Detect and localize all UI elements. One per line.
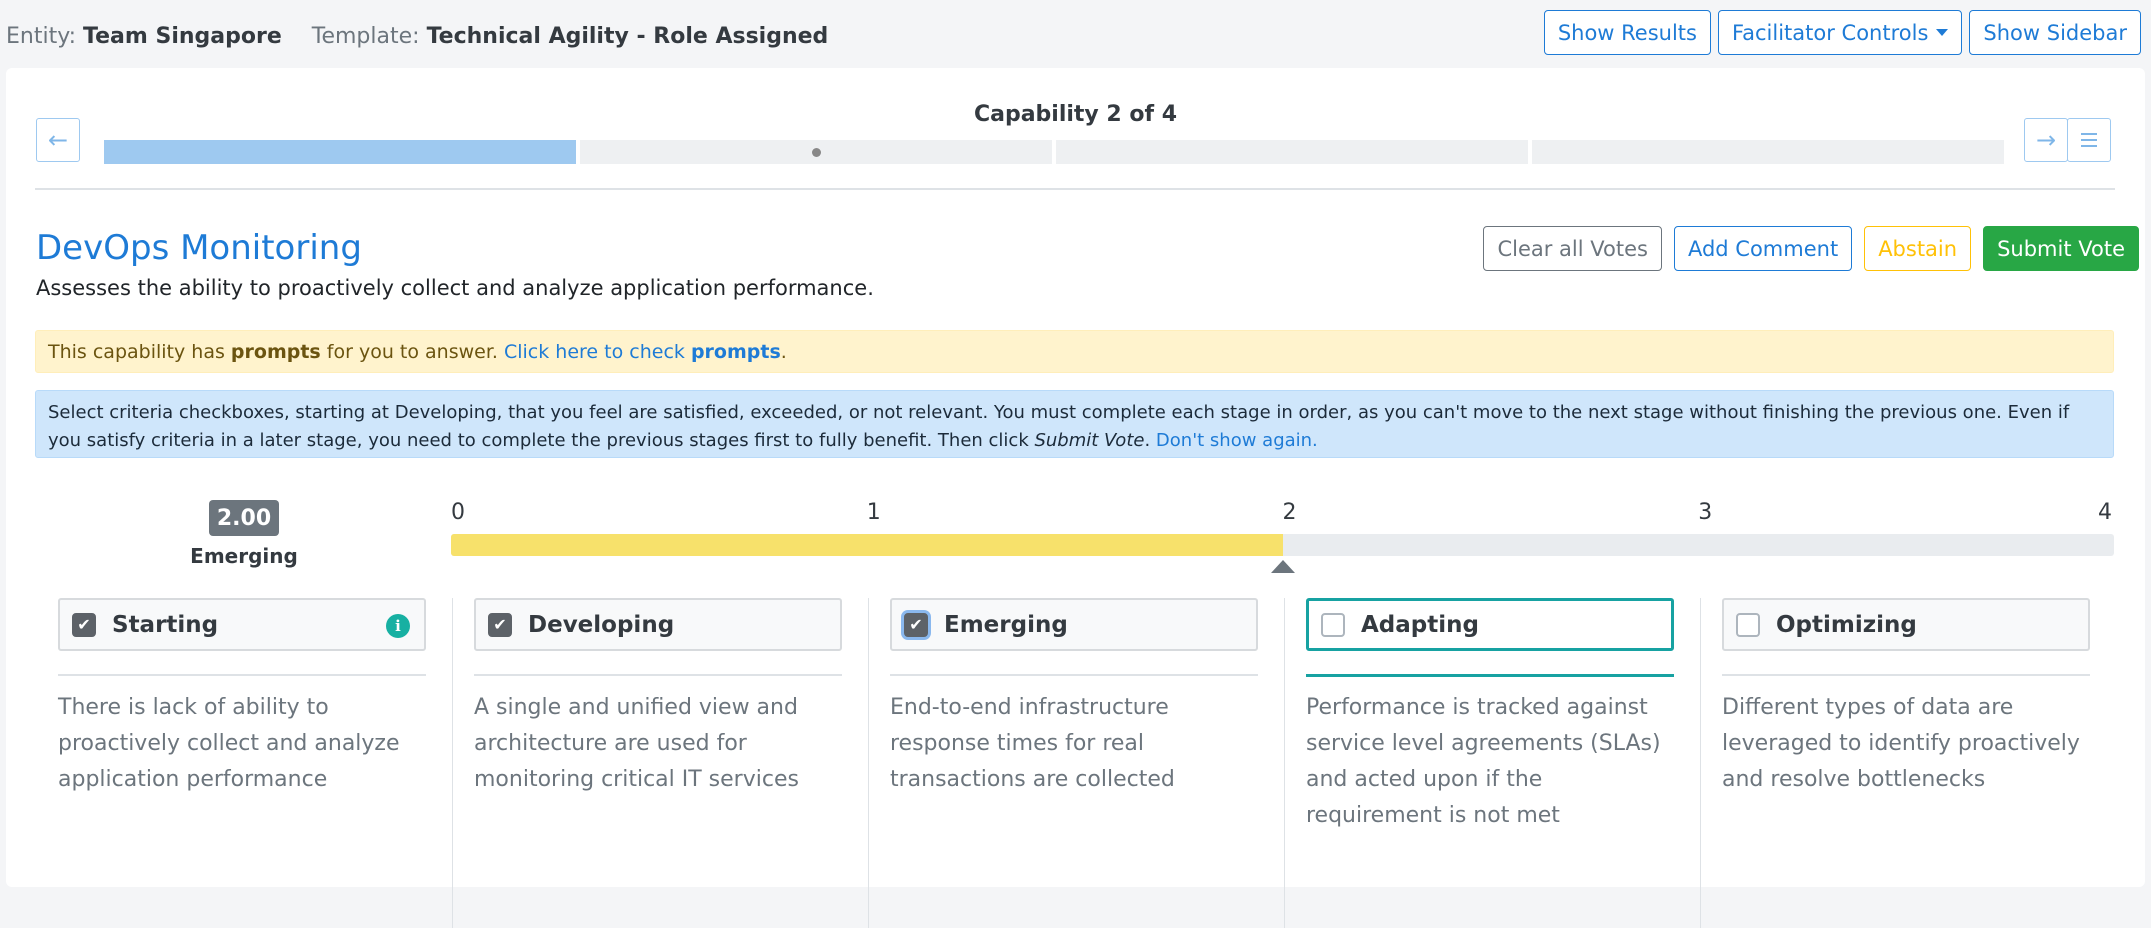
stage-checkbox[interactable] — [1321, 612, 1345, 637]
check-icon: ✔ — [493, 615, 507, 634]
check-icon: ✔ — [909, 615, 923, 634]
stage-checkbox[interactable]: ✔ — [72, 612, 96, 637]
entity-label: Entity: — [6, 24, 77, 49]
template-label: Template: — [311, 24, 420, 49]
stage-column-developing: ✔ Developing A single and unified view and… — [474, 598, 869, 928]
capability-progress — [104, 140, 2004, 164]
scale-tick-label: 3 — [1698, 500, 1713, 525]
score-marker-icon — [1270, 560, 1295, 573]
header-divider — [35, 188, 2115, 190]
stage-header-adapting[interactable]: Adapting — [1306, 598, 1674, 651]
stage-criteria-text: Different types of data are leveraged to… — [1722, 695, 2080, 792]
stage-criteria-text: Performance is tracked against service l… — [1306, 695, 1661, 828]
stage-criteria-text: End-to-end infrastructure response times… — [890, 695, 1175, 792]
check-prompts-link-bold: prompts — [690, 341, 781, 363]
stage-header-optimizing[interactable]: Optimizing — [1722, 598, 2090, 651]
template-value: Technical Agility - Role Assigned — [426, 24, 829, 49]
column-divider — [452, 598, 453, 928]
arrow-right-icon: → — [2035, 126, 2057, 154]
previous-capability-button[interactable]: ← — [36, 118, 80, 162]
progress-segment[interactable] — [1056, 140, 1528, 164]
add-comment-button[interactable]: Add Comment — [1673, 226, 1853, 271]
stage-underline — [474, 674, 842, 676]
capability-description: Assesses the ability to proactively coll… — [36, 276, 874, 300]
progress-segment[interactable] — [104, 140, 576, 164]
arrow-left-icon: ← — [47, 126, 69, 154]
stage-label: Starting — [112, 611, 219, 638]
facilitator-controls-button[interactable]: Facilitator Controls — [1717, 10, 1963, 55]
stage-checkbox[interactable] — [1736, 612, 1760, 637]
facilitator-controls-label: Facilitator Controls — [1731, 20, 1929, 45]
capability-list-button[interactable] — [2067, 118, 2111, 162]
list-ol-icon — [2081, 133, 2097, 147]
stage-header-starting[interactable]: ✔ Starting i — [58, 598, 426, 651]
instructions-alert: Select criteria checkboxes, starting at … — [35, 390, 2114, 458]
check-prompts-link-text: Click here to check — [503, 341, 691, 363]
stage-label: Emerging — [944, 611, 1068, 638]
progress-segment[interactable] — [580, 140, 1052, 164]
top-bar: Entity: Team Singapore Template: Technic… — [0, 0, 2151, 66]
prompts-alert-end: . — [780, 341, 787, 363]
abstain-button[interactable]: Abstain — [1864, 226, 1972, 271]
stage-header-emerging[interactable]: ✔ Emerging — [890, 598, 1258, 651]
score-scale-bar — [451, 534, 2114, 556]
instructions-emphasis: Submit Vote — [1034, 430, 1145, 451]
stage-header-developing[interactable]: ✔ Developing — [474, 598, 842, 651]
column-divider — [1700, 598, 1701, 928]
scale-tick-label: 1 — [866, 500, 881, 525]
current-position-dot — [812, 148, 821, 157]
stage-label: Optimizing — [1776, 611, 1917, 638]
show-sidebar-button[interactable]: Show Sidebar — [1969, 10, 2141, 55]
prompts-alert-text: This capability has — [48, 341, 231, 363]
stage-label: Developing — [528, 611, 675, 638]
caret-down-icon — [1936, 29, 1949, 36]
info-circle-icon[interactable]: i — [386, 614, 410, 638]
stage-underline — [890, 674, 1258, 676]
stage-underline — [1722, 674, 2090, 676]
stage-underline — [58, 674, 426, 676]
prompts-alert: This capability has prompts for you to a… — [35, 330, 2114, 373]
prompts-alert-bold: prompts — [230, 341, 321, 363]
stage-checkbox[interactable]: ✔ — [488, 612, 512, 637]
stage-label: Adapting — [1361, 611, 1479, 638]
show-results-button[interactable]: Show Results — [1543, 10, 1711, 55]
next-capability-button[interactable]: → — [2024, 118, 2068, 162]
scale-tick-label: 0 — [451, 500, 465, 525]
stage-criteria-text: There is lack of ability to proactively … — [58, 695, 400, 792]
stage-column-starting: ✔ Starting i There is lack of ability to pr… — [58, 598, 453, 928]
instructions-end: . — [1144, 430, 1156, 451]
column-divider — [1284, 598, 1285, 928]
stage-checkbox[interactable]: ✔ — [904, 612, 928, 637]
score-badge: 2.00 — [209, 500, 279, 536]
score-scale-fill — [451, 534, 1283, 556]
column-divider — [868, 598, 869, 928]
clear-votes-button[interactable]: Clear all Votes — [1483, 226, 1662, 271]
assessment-card: Capability 2 of 4 ← → DevOps Monitoring … — [6, 68, 2145, 928]
stage-column-emerging: ✔ Emerging End-to-end infrastructure respo… — [890, 598, 1285, 928]
progress-segment[interactable] — [1532, 140, 2004, 164]
top-actions: Show Results Facilitator Controls Show S… — [1543, 10, 2141, 55]
entity-value: Team Singapore — [83, 24, 282, 49]
scale-tick-label: 4 — [2098, 500, 2112, 525]
entity-template-info: Entity: Team Singapore Template: Technic… — [6, 24, 828, 49]
scale-tick-label: 2 — [1282, 500, 1297, 525]
score-level: Emerging — [190, 544, 298, 568]
capability-counter: Capability 2 of 4 — [973, 102, 1178, 127]
submit-vote-button[interactable]: Submit Vote — [1983, 226, 2139, 271]
stage-column-adapting: Adapting Performance is tracked against s… — [1306, 598, 1701, 928]
check-prompts-link[interactable]: Click here to check prompts — [504, 341, 781, 363]
dont-show-again-link[interactable]: Don't show again. — [1156, 430, 1318, 451]
check-icon: ✔ — [77, 615, 91, 634]
stage-column-optimizing: Optimizing Different types of data are le… — [1722, 598, 2092, 928]
stage-underline — [1306, 674, 1674, 677]
prompts-alert-text-2: for you to answer. — [320, 341, 504, 363]
vote-actions: Clear all Votes Add Comment Abstain Subm… — [1483, 226, 2139, 271]
capability-name: DevOps Monitoring — [36, 228, 362, 268]
stage-criteria-text: A single and unified view and architectu… — [474, 695, 799, 792]
